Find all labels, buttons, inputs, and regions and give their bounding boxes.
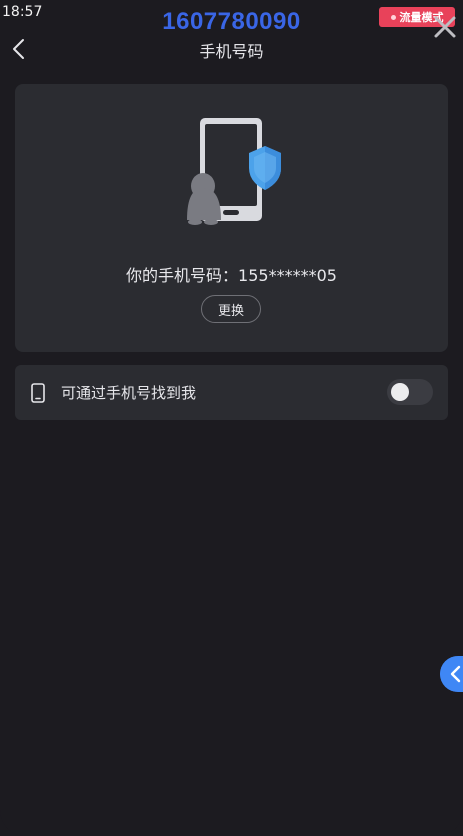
side-floating-tab[interactable] [440,656,463,692]
close-icon[interactable] [432,14,458,40]
phone-number-text: 你的手机号码：155******05 [126,266,337,285]
phone-outline-icon [31,383,45,403]
find-me-by-phone-label: 可通过手机号找到我 [61,384,197,402]
phone-number-card: 你的手机号码：155******05 更换 [15,84,448,352]
record-dot [390,14,396,20]
app-screen: 18:57 1607780090 流量模式 手机号码 你的手机号码：155***… [0,0,463,836]
find-me-by-phone-setting[interactable]: 可通过手机号找到我 [15,365,448,420]
phone-shield-illustration [187,118,281,225]
find-me-toggle[interactable] [387,379,433,405]
toggle-knob [391,383,409,401]
page-title: 手机号码 [199,42,264,61]
change-button[interactable]: 更换 [201,295,261,323]
